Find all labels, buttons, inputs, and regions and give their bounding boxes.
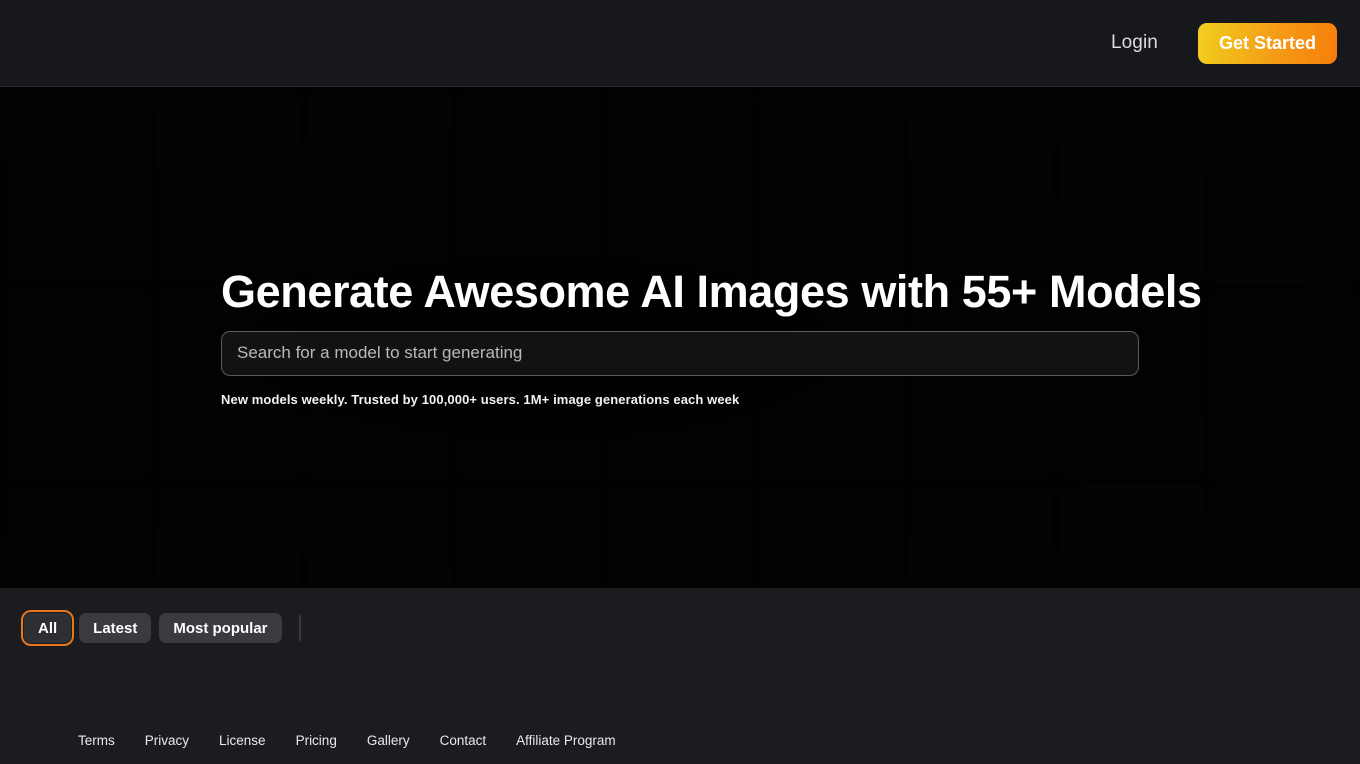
footer-link-pricing[interactable]: Pricing xyxy=(296,733,337,748)
filter-chip-all[interactable]: All xyxy=(20,610,75,646)
search-wrapper xyxy=(221,330,1139,376)
site-header: Login Get Started xyxy=(0,0,1360,87)
footer-link-terms[interactable]: Terms xyxy=(78,733,115,748)
search-input[interactable] xyxy=(221,330,1139,376)
footer-link-license[interactable]: License xyxy=(219,733,266,748)
page-root: Login Get Started Generate Awesome AI Im… xyxy=(0,0,1360,764)
filter-chip-latest[interactable]: Latest xyxy=(79,613,152,643)
filter-chip-most-popular[interactable]: Most popular xyxy=(159,613,282,643)
site-footer: Terms Privacy License Pricing Gallery Contact… xyxy=(0,668,1360,764)
footer-link-affiliate-program[interactable]: Affiliate Program xyxy=(516,733,616,748)
get-started-button[interactable]: Get Started xyxy=(1197,22,1337,64)
filter-bar: All Latest Most popular xyxy=(0,588,1360,668)
footer-link-list: Terms Privacy License Pricing Gallery Contact… xyxy=(0,733,616,764)
hero-subtitle: New models weekly. Trusted by 100,000+ u… xyxy=(221,391,740,407)
brand-logo-slot[interactable] xyxy=(24,0,224,87)
footer-link-privacy[interactable]: Privacy xyxy=(145,733,189,748)
page-title: Generate Awesome AI Images with 55+ Mode… xyxy=(221,266,1202,318)
hero-section: Generate Awesome AI Images with 55+ Mode… xyxy=(0,87,1360,588)
login-link[interactable]: Login xyxy=(1111,32,1158,54)
hero-content: Generate Awesome AI Images with 55+ Mode… xyxy=(221,87,1202,588)
footer-link-gallery[interactable]: Gallery xyxy=(367,733,410,748)
header-actions: Login Get Started xyxy=(1111,22,1360,64)
footer-link-contact[interactable]: Contact xyxy=(440,733,487,748)
filter-divider xyxy=(298,615,301,641)
